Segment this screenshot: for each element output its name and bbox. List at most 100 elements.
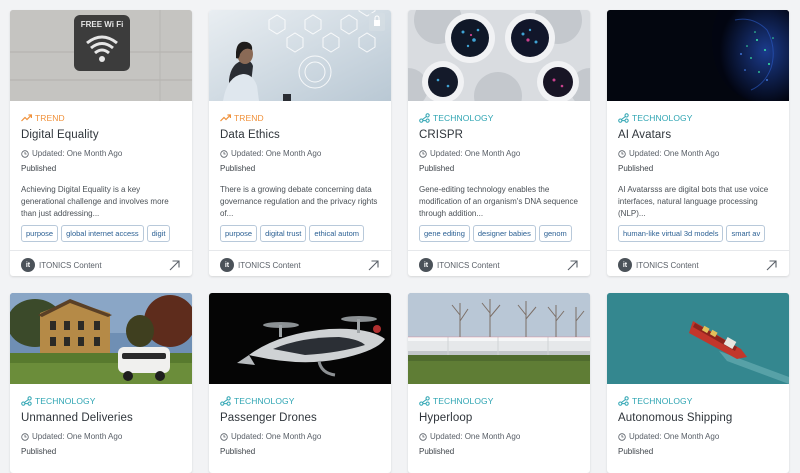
technology-icon (220, 396, 231, 406)
tag[interactable]: genom (538, 225, 572, 242)
card-updated: Updated: One Month Ago (220, 432, 380, 441)
clock-icon (220, 432, 228, 441)
open-arrow-icon[interactable] (565, 258, 579, 272)
itonics-logo: it (618, 258, 632, 272)
open-arrow-icon[interactable] (764, 258, 778, 272)
technology-icon (21, 396, 32, 406)
card-updated: Updated: One Month Ago (21, 149, 181, 158)
card-footer: it ITONICS Content (408, 251, 590, 276)
card-grid: FREE Wi Fi TREND Digital Equality Update… (0, 0, 800, 473)
card-title[interactable]: Unmanned Deliveries (21, 412, 181, 424)
tag[interactable]: purpose (220, 225, 258, 242)
tag[interactable]: ethical autom (309, 225, 364, 242)
card-status: Published (21, 447, 57, 456)
card-thumbnail (408, 293, 590, 384)
card-owner: it ITONICS Content (419, 258, 500, 272)
card-unmanned-deliveries[interactable]: TECHNOLOGY Unmanned Deliveries Updated: … (10, 293, 192, 473)
technology-icon (618, 396, 629, 406)
card-thumbnail (607, 10, 789, 101)
card-thumbnail: FREE Wi Fi (10, 10, 192, 101)
clock-icon (419, 149, 427, 158)
tag[interactable]: digital trust (260, 225, 307, 242)
card-type: TECHNOLOGY (618, 112, 778, 124)
card-title[interactable]: AI Avatars (618, 129, 778, 141)
card-type: TREND (21, 112, 181, 124)
clock-icon (618, 149, 626, 158)
card-status: Published (21, 164, 57, 173)
card-footer: it ITONICS Content (10, 251, 192, 276)
card-status: Published (220, 164, 256, 173)
card-thumbnail (10, 293, 192, 384)
card-updated: Updated: One Month Ago (618, 149, 778, 158)
card-status: Published (618, 447, 654, 456)
card-thumbnail (209, 10, 391, 101)
card-status: Published (618, 164, 654, 173)
card-updated: Updated: One Month Ago (21, 432, 181, 441)
itonics-logo: it (220, 258, 234, 272)
card-tags: purpose digital trust ethical autom (220, 225, 380, 242)
technology-icon (419, 396, 430, 406)
sign-text: FREE Wi Fi (81, 20, 124, 29)
card-tags: human-like virtual 3d models smart av (618, 225, 778, 242)
card-type: TECHNOLOGY (220, 395, 380, 407)
card-thumbnail (209, 293, 391, 384)
card-tags: purpose global internet access digit (21, 225, 181, 242)
card-passenger-drones[interactable]: TECHNOLOGY Passenger Drones Updated: One… (209, 293, 391, 473)
card-description: There is a growing debate concerning dat… (220, 185, 378, 218)
card-footer: it ITONICS Content (209, 251, 391, 276)
card-status: Published (419, 164, 455, 173)
tag[interactable]: purpose (21, 225, 59, 242)
tag[interactable]: designer babies (472, 225, 536, 242)
card-description: Gene-editing technology enables the modi… (419, 185, 578, 218)
card-description: Achieving Digital Equality is a key gene… (21, 185, 169, 218)
card-hyperloop[interactable]: TECHNOLOGY Hyperloop Updated: One Month … (408, 293, 590, 473)
card-title[interactable]: Autonomous Shipping (618, 412, 778, 424)
clock-icon (21, 149, 29, 158)
card-autonomous-shipping[interactable]: TECHNOLOGY Autonomous Shipping Updated: … (607, 293, 789, 473)
tag[interactable]: gene editing (419, 225, 470, 242)
open-arrow-icon[interactable] (366, 258, 380, 272)
card-updated: Updated: One Month Ago (419, 149, 579, 158)
card-updated: Updated: One Month Ago (419, 432, 579, 441)
card-digital-equality[interactable]: FREE Wi Fi TREND Digital Equality Update… (10, 10, 192, 276)
card-tags: gene editing designer babies genom (419, 225, 579, 242)
trend-icon (21, 114, 32, 122)
clock-icon (618, 432, 626, 441)
card-updated: Updated: One Month Ago (220, 149, 380, 158)
card-owner: it ITONICS Content (220, 258, 301, 272)
card-thumbnail (408, 10, 590, 101)
card-owner: it ITONICS Content (618, 258, 699, 272)
card-updated: Updated: One Month Ago (618, 432, 778, 441)
card-status: Published (220, 447, 256, 456)
card-title[interactable]: Passenger Drones (220, 412, 380, 424)
card-title[interactable]: CRISPR (419, 129, 579, 141)
card-type: TECHNOLOGY (21, 395, 181, 407)
card-crispr[interactable]: TECHNOLOGY CRISPR Updated: One Month Ago… (408, 10, 590, 276)
technology-icon (618, 113, 629, 123)
tag[interactable]: human-like virtual 3d models (618, 225, 724, 242)
card-title[interactable]: Digital Equality (21, 129, 181, 141)
tag[interactable]: global internet access (61, 225, 144, 242)
trend-icon (220, 114, 231, 122)
clock-icon (21, 432, 29, 441)
card-type: TECHNOLOGY (419, 395, 579, 407)
card-description: AI Avatarsss are digital bots that use v… (618, 185, 769, 218)
tag[interactable]: smart av (726, 225, 766, 242)
clock-icon (220, 149, 228, 158)
card-owner: it ITONICS Content (21, 258, 102, 272)
card-thumbnail (607, 293, 789, 384)
itonics-logo: it (419, 258, 433, 272)
card-data-ethics[interactable]: TREND Data Ethics Updated: One Month Ago… (209, 10, 391, 276)
card-status: Published (419, 447, 455, 456)
card-type: TECHNOLOGY (419, 112, 579, 124)
technology-icon (419, 113, 430, 123)
itonics-logo: it (21, 258, 35, 272)
card-title[interactable]: Hyperloop (419, 412, 579, 424)
card-footer: it ITONICS Content (607, 251, 789, 276)
card-type: TREND (220, 112, 380, 124)
card-title[interactable]: Data Ethics (220, 129, 380, 141)
open-arrow-icon[interactable] (167, 258, 181, 272)
tag[interactable]: digit (146, 225, 171, 242)
clock-icon (419, 432, 427, 441)
card-ai-avatars[interactable]: TECHNOLOGY AI Avatars Updated: One Month… (607, 10, 789, 276)
